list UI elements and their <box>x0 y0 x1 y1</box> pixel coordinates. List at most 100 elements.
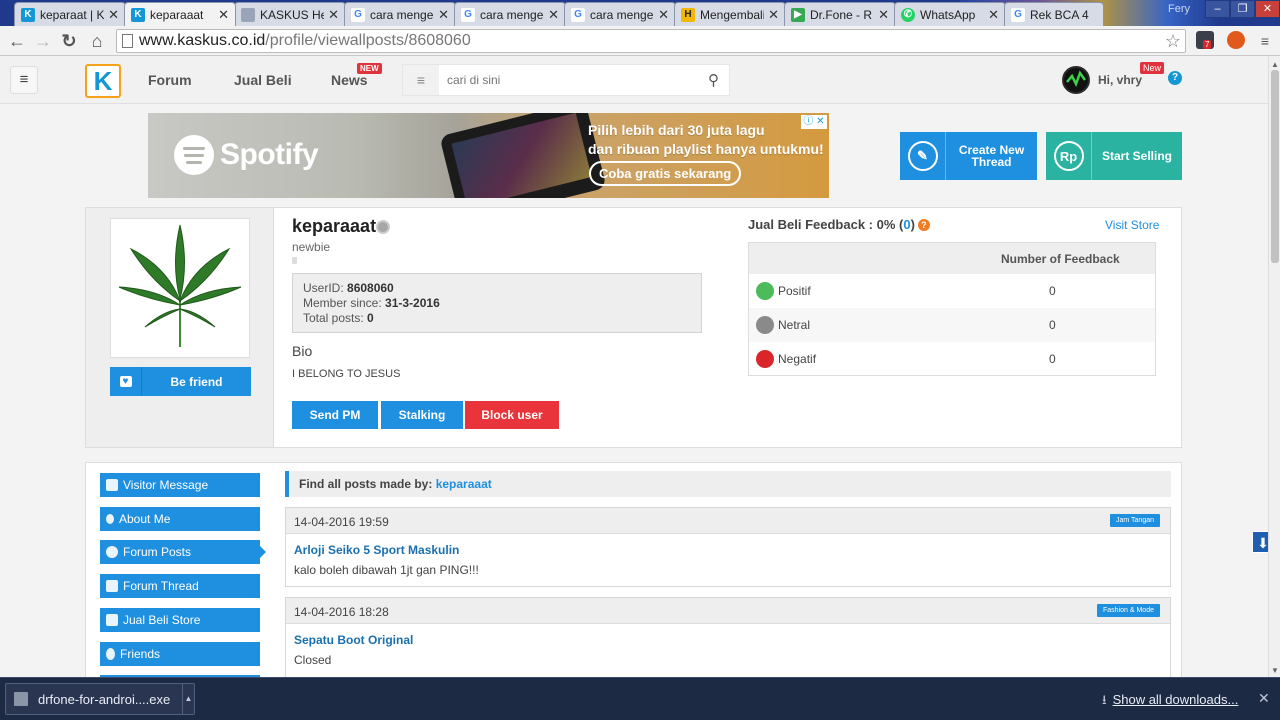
restore-icon[interactable]: ❐ <box>1230 0 1255 18</box>
google-icon: G <box>571 7 585 22</box>
back-icon[interactable]: ← <box>6 30 28 52</box>
feedback-title-prefix: Jual Beli Feedback : 0% ( <box>748 217 904 232</box>
menu-icon[interactable]: ≡ <box>1254 30 1276 52</box>
sidebar-item-jual-beli-store[interactable]: Jual Beli Store <box>100 608 260 632</box>
post-card: 14-04-2016 19:59 Jam Tangan Arloji Seiko… <box>285 507 1171 587</box>
site-header: ≡ K Forum Jual Beli News NEW ≡ ⚲ Hi, vhr… <box>0 56 1268 104</box>
close-downloads-icon[interactable]: ✕ <box>1258 690 1270 707</box>
tab-title: keparaat | Kaskus <box>40 7 105 22</box>
page-info-icon[interactable] <box>122 34 133 48</box>
find-posts-user[interactable]: keparaaat <box>436 477 492 491</box>
browser-tab[interactable]: ▶ Dr.Fone - R ✕ <box>784 2 896 26</box>
whatsapp-icon: ✆ <box>901 7 915 22</box>
page-icon <box>241 7 255 22</box>
sidebar-item-label: Forum Thread <box>123 579 199 593</box>
post-title-link[interactable]: Sepatu Boot Original <box>294 633 413 647</box>
extension-icon[interactable] <box>1227 31 1245 49</box>
hamburger-menu-icon[interactable]: ≡ <box>10 66 38 94</box>
cannabis-leaf-image <box>118 224 242 347</box>
close-tab-icon[interactable]: ✕ <box>328 7 339 23</box>
browser-tab[interactable]: G Rek BCA 4 <box>1004 2 1104 26</box>
home-icon[interactable]: ⌂ <box>86 30 108 52</box>
search-input[interactable] <box>447 70 687 90</box>
browser-tab[interactable]: K keparaat | Kaskus ✕ <box>14 2 126 26</box>
message-icon <box>106 479 118 491</box>
browser-tab[interactable]: G cara mengembalikan ✕ <box>564 2 676 26</box>
sidebar-item-visitor-message[interactable]: Visitor Message <box>100 473 260 497</box>
kaskus-logo[interactable]: K <box>85 64 121 98</box>
block-user-button[interactable]: Block user <box>465 401 559 429</box>
smiley-negative-icon <box>756 350 774 368</box>
browser-profile-name[interactable]: Fery <box>1168 3 1190 15</box>
post-category-tag[interactable]: Jam Tangan <box>1109 514 1160 527</box>
post-date: 14-04-2016 18:28 <box>294 605 389 619</box>
close-tab-icon[interactable]: ✕ <box>438 7 449 23</box>
page-scrollbar[interactable]: ▲ ▼ <box>1268 56 1280 677</box>
browser-tab[interactable]: ✆ WhatsApp ✕ <box>894 2 1006 26</box>
forward-icon[interactable]: → <box>32 30 54 52</box>
reputation-bar <box>292 257 297 264</box>
ad-close-icon[interactable]: ⓘ ✕ <box>801 115 827 129</box>
profile-info-box: UserID: 8608060 Member since: 31-3-2016 … <box>292 273 702 333</box>
post-category-tag[interactable]: Fashion & Mode <box>1097 604 1160 617</box>
post-title-link[interactable]: Arloji Seiko 5 Sport Maskulin <box>294 543 459 557</box>
scroll-down-small-icon[interactable]: ▼ <box>1271 666 1279 675</box>
help-icon[interactable]: ? <box>1168 71 1182 85</box>
nav-forum[interactable]: Forum <box>148 72 192 88</box>
sidebar-item-about-me[interactable]: About Me <box>100 507 260 531</box>
address-bar[interactable]: www.kaskus.co.id/profile/viewallposts/86… <box>116 29 1186 53</box>
create-thread-button[interactable]: ✎ Create New Thread <box>900 132 1037 180</box>
google-icon: G <box>351 7 365 22</box>
close-tab-icon[interactable]: ✕ <box>108 7 119 23</box>
scroll-up-arrow-icon[interactable]: ▲ <box>1271 60 1279 69</box>
user-new-badge: New <box>1140 62 1165 74</box>
profile-panel: ♥ Be friend keparaaat newbie UserID: 860… <box>85 207 1182 448</box>
profile-rank: newbie <box>292 240 331 254</box>
browser-tab-active[interactable]: K keparaaat ✕ <box>124 2 236 26</box>
send-pm-button[interactable]: Send PM <box>292 401 378 429</box>
start-selling-button[interactable]: Rp Start Selling <box>1046 132 1182 180</box>
stalking-button[interactable]: Stalking <box>381 401 463 429</box>
sidebar-item-forum-thread[interactable]: Forum Thread <box>100 574 260 598</box>
show-all-downloads-link[interactable]: ⭳ Show all downloads... <box>1102 691 1238 713</box>
close-tab-icon[interactable]: ✕ <box>218 7 229 23</box>
nav-jual-beli[interactable]: Jual Beli <box>234 72 292 88</box>
feedback-column-header: Number of Feedback <box>1001 252 1120 266</box>
bookmark-star-icon[interactable]: ☆ <box>1165 30 1181 52</box>
browser-tab[interactable]: H Mengembalikan ✕ <box>674 2 786 26</box>
reload-icon[interactable]: ↻ <box>58 30 80 52</box>
sidebar-item-forum-posts[interactable]: Forum Posts <box>100 540 266 564</box>
close-window-icon[interactable]: ✕ <box>1255 0 1280 18</box>
browser-tab[interactable]: G cara mengembalikan ✕ <box>454 2 566 26</box>
download-item[interactable]: drfone-for-androi....exe ▲ <box>5 683 195 715</box>
browser-tab[interactable]: G cara mengembalikan ✕ <box>344 2 456 26</box>
offline-status-icon <box>376 220 390 234</box>
banner-cta-button[interactable]: Coba gratis sekarang <box>589 161 742 186</box>
spotify-logo: Spotify <box>174 135 319 175</box>
user-greeting[interactable]: Hi, vhry <box>1098 73 1142 87</box>
close-tab-icon[interactable]: ✕ <box>658 7 669 23</box>
start-selling-label: Start Selling <box>1101 149 1172 163</box>
nav-news[interactable]: News <box>331 72 368 88</box>
visit-store-link[interactable]: Visit Store <box>1105 218 1159 232</box>
close-tab-icon[interactable]: ✕ <box>768 7 779 23</box>
scrollbar-thumb[interactable] <box>1271 70 1279 263</box>
close-tab-icon[interactable]: ✕ <box>878 7 889 23</box>
search-icon[interactable]: ⚲ <box>708 71 719 89</box>
browser-tab[interactable]: KASKUS Help ✕ <box>234 2 346 26</box>
feedback-help-icon[interactable]: ? <box>917 219 930 231</box>
be-friend-button[interactable]: ♥ Be friend <box>110 367 251 396</box>
extension-icon[interactable]: 7 <box>1196 31 1214 49</box>
avatar[interactable] <box>1062 66 1090 94</box>
sidebar-item-friends[interactable]: Friends <box>100 642 260 666</box>
download-options-chevron-icon[interactable]: ▲ <box>182 684 194 714</box>
search-menu-icon[interactable]: ≡ <box>403 65 439 95</box>
close-tab-icon[interactable]: ✕ <box>548 7 559 23</box>
download-file-name: drfone-for-androi....exe <box>38 691 171 707</box>
google-icon: G <box>461 7 475 22</box>
thread-icon <box>106 580 118 592</box>
heart-icon: ♥ <box>110 367 142 396</box>
spotify-ad-banner[interactable]: Spotify Pilih lebih dari 30 juta lagu da… <box>148 113 829 198</box>
minimize-icon[interactable]: – <box>1205 0 1230 18</box>
close-tab-icon[interactable]: ✕ <box>988 7 999 23</box>
